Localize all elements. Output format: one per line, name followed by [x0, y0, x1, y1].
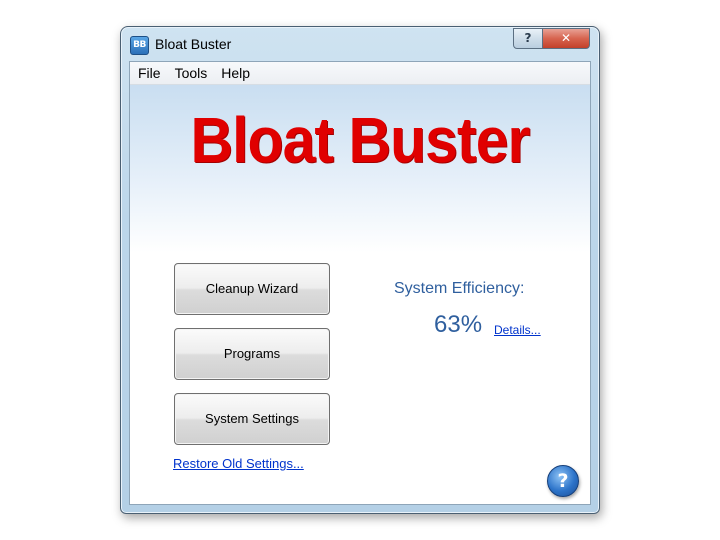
title-bar[interactable]: BB Bloat Buster ? ✕ [121, 27, 599, 61]
cleanup-wizard-button[interactable]: Cleanup Wizard [174, 263, 330, 315]
menu-help[interactable]: Help [214, 62, 257, 84]
close-button[interactable]: ✕ [543, 28, 590, 49]
window-title: Bloat Buster [155, 36, 232, 52]
programs-button[interactable]: Programs [174, 328, 330, 380]
menu-file[interactable]: File [130, 62, 168, 84]
app-window: BB Bloat Buster ? ✕ File Tools Help Bloa… [120, 26, 600, 514]
client-area: File Tools Help Bloat Buster Cleanup Wiz… [129, 61, 591, 505]
caption-buttons: ? ✕ [513, 28, 591, 49]
app-icon: BB [130, 36, 149, 55]
app-logo: Bloat Buster [190, 104, 530, 176]
restore-old-settings-link[interactable]: Restore Old Settings... [173, 456, 304, 471]
titlebar-help-button[interactable]: ? [513, 28, 543, 49]
system-efficiency-label: System Efficiency: [394, 280, 525, 297]
menu-bar: File Tools Help [130, 62, 590, 85]
main-panel: Bloat Buster Cleanup Wizard Programs Sys… [130, 85, 590, 504]
help-icon[interactable]: ? [547, 465, 579, 497]
details-link[interactable]: Details... [494, 323, 541, 337]
system-efficiency-value: 63% [434, 311, 483, 338]
menu-tools[interactable]: Tools [168, 62, 215, 84]
system-settings-button[interactable]: System Settings [174, 393, 330, 445]
